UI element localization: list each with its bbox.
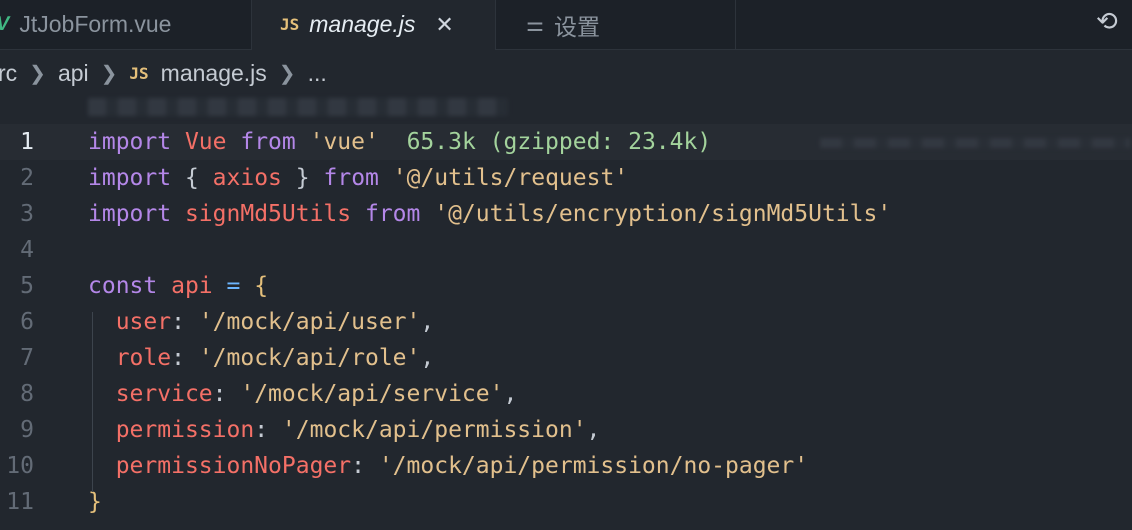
line-number: 4 bbox=[20, 237, 34, 263]
code-text: permissionNoPager: '/mock/api/permission… bbox=[115, 453, 809, 479]
close-icon[interactable]: ✕ bbox=[435, 12, 453, 38]
code-line-7[interactable]: 7 role: '/mock/api/role', bbox=[0, 340, 1132, 376]
tab-manage-js[interactable]: JS manage.js ✕ bbox=[252, 0, 496, 50]
line-number: 3 bbox=[20, 201, 34, 227]
code-line-5[interactable]: 5 const api = { bbox=[0, 268, 1132, 304]
indent-guide bbox=[92, 312, 93, 492]
breadcrumb: rc ❯ api ❯ JS manage.js ❯ ... bbox=[0, 55, 327, 91]
breadcrumb-item[interactable]: ... bbox=[308, 60, 327, 87]
settings-icon: ⚌ bbox=[526, 14, 544, 36]
code-text: import Vue from 'vue' 65.3k (gzipped: 23… bbox=[88, 129, 712, 155]
history-icon[interactable]: ⟲ bbox=[1096, 6, 1124, 36]
code-line-1[interactable]: 1 import Vue from 'vue' 65.3k (gzipped: … bbox=[0, 124, 1132, 160]
line-number: 10 bbox=[6, 453, 34, 479]
line-number: 2 bbox=[20, 165, 34, 191]
code-line-8[interactable]: 8 service: '/mock/api/service', bbox=[0, 376, 1132, 412]
line-number: 9 bbox=[20, 417, 34, 443]
line-number: 7 bbox=[20, 345, 34, 371]
vue-file-icon: V bbox=[0, 13, 12, 35]
code-text: import signMd5Utils from '@/utils/encryp… bbox=[88, 201, 892, 227]
code-text: user: '/mock/api/user', bbox=[115, 309, 435, 335]
line-number: 6 bbox=[20, 309, 34, 335]
tab-label: manage.js bbox=[309, 11, 416, 37]
breadcrumb-item[interactable]: rc bbox=[0, 60, 17, 87]
js-file-icon: JS bbox=[280, 15, 300, 34]
code-text: role: '/mock/api/role', bbox=[115, 345, 435, 371]
code-line-11[interactable]: 11 } bbox=[0, 484, 1132, 520]
tab-settings[interactable]: ⚌ 设置 bbox=[496, 0, 736, 49]
chevron-right-icon: ❯ bbox=[278, 62, 296, 85]
code-text: import { axios } from '@/utils/request' bbox=[88, 165, 629, 191]
code-editor[interactable]: 1 import Vue from 'vue' 65.3k (gzipped: … bbox=[0, 96, 1132, 530]
tab-label: 设置 bbox=[553, 13, 600, 40]
breadcrumb-item[interactable]: manage.js bbox=[161, 60, 267, 87]
chevron-right-icon: ❯ bbox=[29, 62, 46, 85]
code-line-4[interactable]: 4 bbox=[0, 232, 1132, 268]
code-line-6[interactable]: 6 user: '/mock/api/user', bbox=[0, 304, 1132, 340]
blurred-region bbox=[820, 138, 1130, 148]
blurred-sticky-scroll bbox=[88, 98, 508, 116]
code-line-9[interactable]: 9 permission: '/mock/api/permission', bbox=[0, 412, 1132, 448]
code-line-10[interactable]: 10 permissionNoPager: '/mock/api/permiss… bbox=[0, 448, 1132, 484]
code-text: service: '/mock/api/service', bbox=[115, 381, 518, 407]
tab-jtjobform[interactable]: V JtJobForm.vue bbox=[0, 0, 252, 49]
code-text: permission: '/mock/api/permission', bbox=[115, 417, 601, 443]
js-file-icon: JS bbox=[129, 63, 149, 83]
line-number: 1 bbox=[20, 129, 34, 155]
code-text: } bbox=[88, 489, 102, 515]
tab-label: JtJobForm.vue bbox=[19, 11, 172, 37]
line-number: 8 bbox=[20, 381, 34, 407]
code-line-3[interactable]: 3 import signMd5Utils from '@/utils/encr… bbox=[0, 196, 1132, 232]
editor-tab-bar: V JtJobForm.vue JS manage.js ✕ ⚌ 设置 ⟲ bbox=[0, 0, 1132, 50]
code-text: const api = { bbox=[88, 273, 269, 299]
chevron-right-icon: ❯ bbox=[100, 62, 118, 85]
line-number: 5 bbox=[20, 273, 34, 299]
import-cost-hint: 65.3k (gzipped: 23.4k) bbox=[406, 129, 712, 155]
code-line-2[interactable]: 2 import { axios } from '@/utils/request… bbox=[0, 160, 1132, 196]
breadcrumb-item[interactable]: api bbox=[58, 60, 89, 87]
line-number: 11 bbox=[6, 489, 34, 515]
